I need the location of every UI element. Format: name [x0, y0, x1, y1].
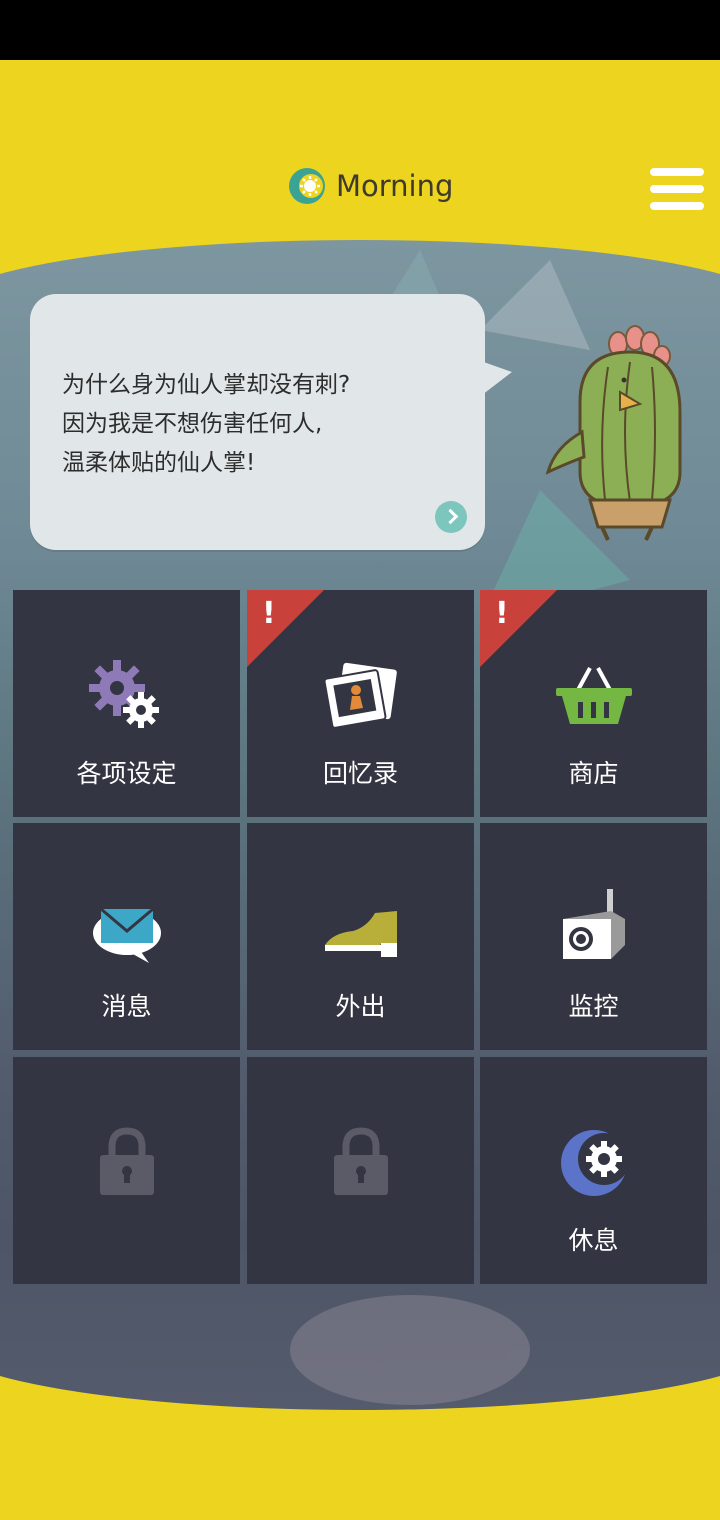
time-indicator: Morning [288, 166, 453, 206]
tile-settings[interactable]: 各项设定 [13, 590, 240, 817]
menu-grid: 各项设定 ! 回忆录 ! 商店 消息 外出 监控 休息 [13, 590, 707, 1284]
alert-badge [480, 590, 557, 667]
tile-locked-2[interactable] [247, 1057, 474, 1284]
speech-line: 为什么身为仙人掌却没有刺? [62, 372, 351, 398]
tile-label: 监控 [568, 992, 619, 1021]
header [0, 60, 720, 250]
alert-mark: ! [495, 596, 509, 631]
tile-locked-1[interactable] [13, 1057, 240, 1284]
alert-badge [247, 590, 324, 667]
shopping-basket-icon [480, 664, 707, 726]
tile-label: 回忆录 [322, 759, 398, 788]
speech-text: 为什么身为仙人掌却没有刺? 因为我是不想伤害任何人, 温柔体贴的仙人掌! [62, 366, 462, 483]
speech-line: 因为我是不想伤害任何人, [62, 411, 323, 437]
status-bar [0, 0, 720, 60]
lock-icon [247, 1127, 474, 1195]
menu-line [650, 168, 704, 176]
menu-line [650, 185, 704, 193]
moon-gear-icon [480, 1129, 707, 1197]
hamburger-menu-button[interactable] [650, 168, 704, 218]
tile-label: 各项设定 [76, 759, 177, 788]
tile-label: 消息 [101, 992, 152, 1021]
tile-shop[interactable]: ! 商店 [480, 590, 707, 817]
shoe-icon [247, 907, 474, 959]
decor-shape [290, 1295, 530, 1405]
photos-icon [247, 662, 474, 732]
tile-memories[interactable]: ! 回忆录 [247, 590, 474, 817]
tile-label: 休息 [568, 1226, 619, 1255]
tile-go-out[interactable]: 外出 [247, 823, 474, 1050]
cactus-character[interactable] [540, 322, 690, 552]
lock-icon [13, 1127, 240, 1195]
tile-label: 商店 [568, 759, 619, 788]
tile-monitor[interactable]: 监控 [480, 823, 707, 1050]
tile-messages[interactable]: 消息 [13, 823, 240, 1050]
day-night-cycle-icon [289, 168, 325, 204]
gears-icon [13, 660, 240, 732]
time-of-day-label: Morning [336, 169, 454, 203]
menu-line [650, 202, 704, 210]
tile-rest[interactable]: 休息 [480, 1057, 707, 1284]
speech-bubble-tail [478, 360, 512, 398]
speech-line: 温柔体贴的仙人掌! [62, 450, 256, 476]
mail-bubble-icon [13, 905, 240, 965]
camera-icon [480, 889, 707, 965]
next-dialog-button[interactable] [435, 501, 467, 533]
alert-mark: ! [262, 596, 276, 631]
tile-label: 外出 [335, 992, 386, 1021]
